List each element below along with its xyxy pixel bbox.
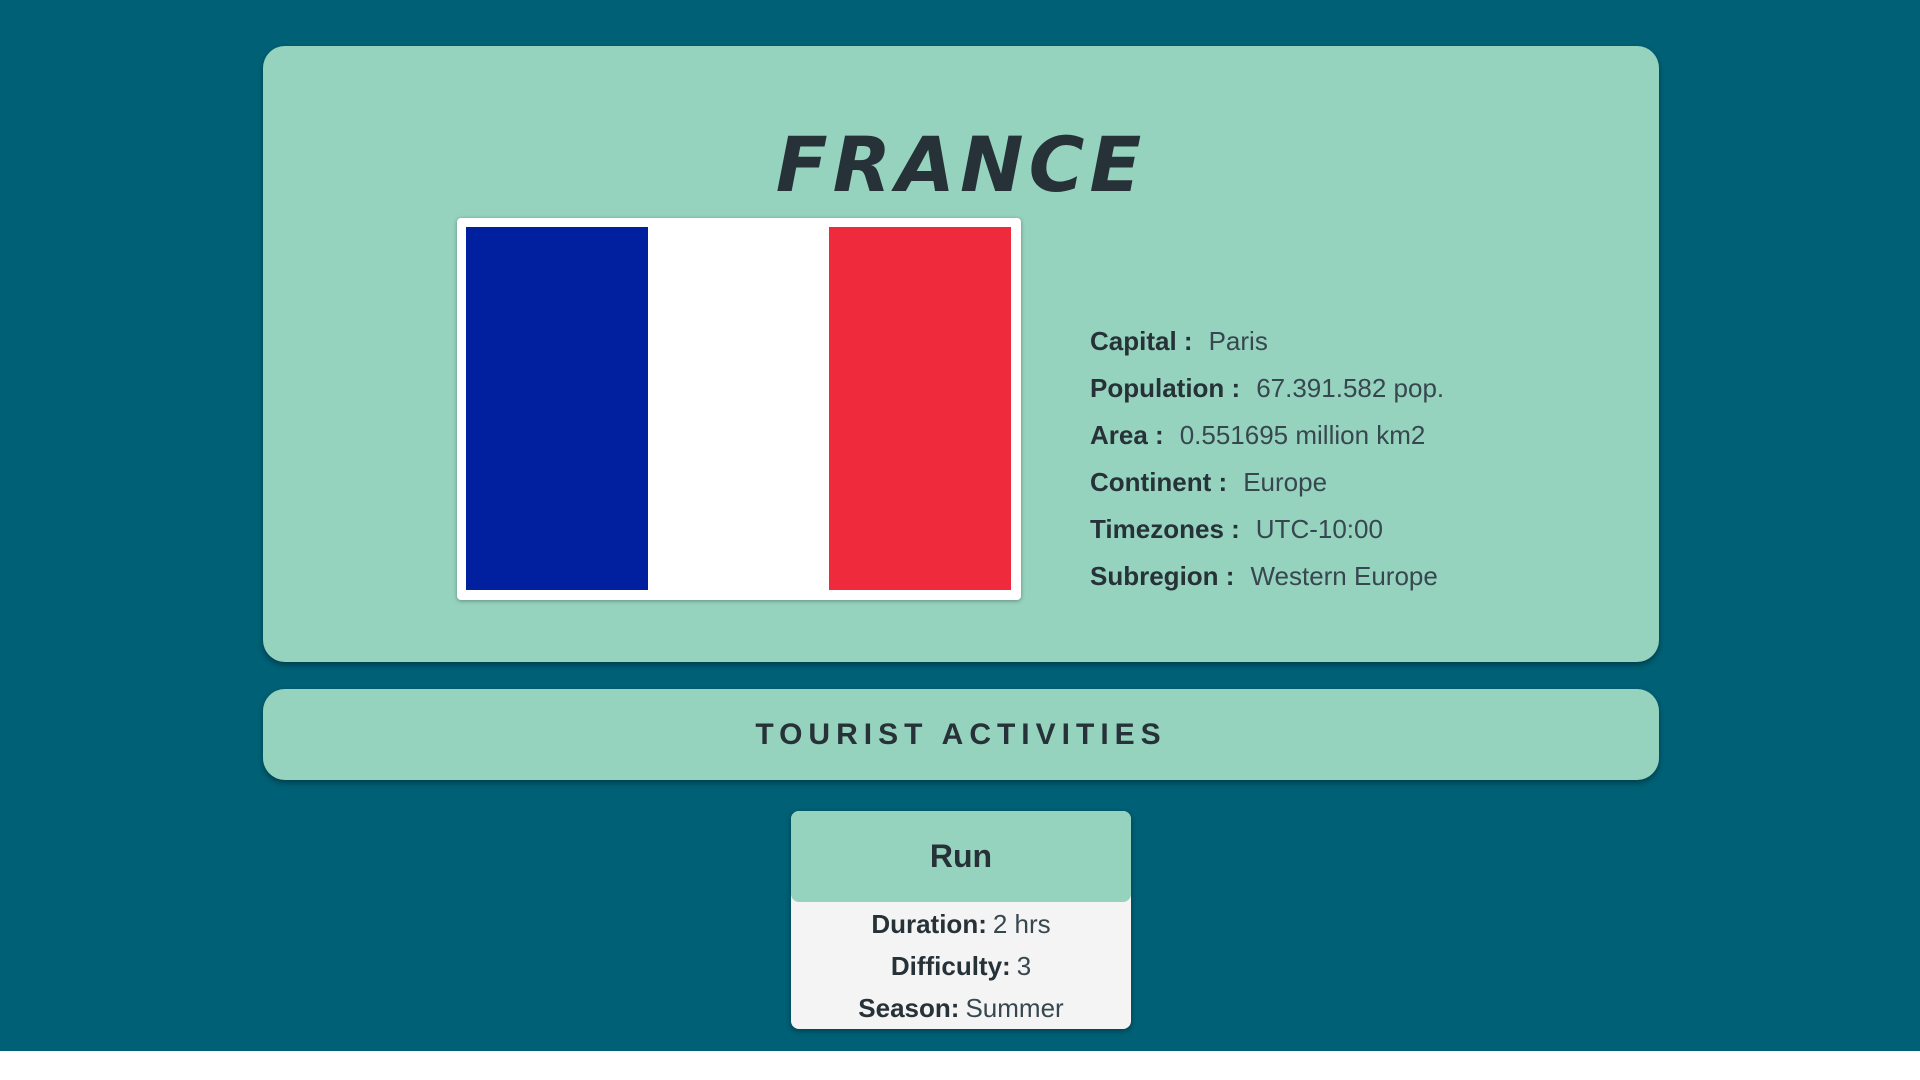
info-label: Capital : — [1090, 326, 1193, 356]
info-row-area: Area : 0.551695 million km2 — [1090, 412, 1444, 459]
activity-card[interactable]: Run Duration: 2 hrs Difficulty: 3 Season: S… — [791, 811, 1131, 1029]
info-value: Europe — [1243, 467, 1328, 497]
flag-stripe-red — [829, 227, 1012, 590]
tourist-activities-title: TOURIST ACTIVITIES — [755, 718, 1167, 751]
info-label: Timezones : — [1090, 514, 1240, 544]
info-value: Paris — [1208, 326, 1268, 356]
info-row-timezones: Timezones : UTC-10:00 — [1090, 506, 1444, 553]
info-label: Area : — [1090, 420, 1164, 450]
info-label: Continent : — [1090, 467, 1228, 497]
activity-duration: Duration: 2 hrs — [791, 903, 1131, 945]
info-value: 0.551695 million km2 — [1179, 420, 1426, 450]
country-title: FRANCE — [775, 120, 1147, 209]
country-card: FRANCE Capital : Paris Population : 67.391… — [263, 46, 1659, 662]
info-value: 67.391.582 pop. — [1256, 373, 1445, 403]
detail-value: 2 hrs — [992, 909, 1051, 939]
flag-image — [457, 218, 1021, 600]
detail-value: 3 — [1016, 951, 1032, 981]
activity-name: Run — [929, 838, 993, 874]
flag-of-france — [466, 227, 1012, 590]
info-label: Subregion : — [1090, 561, 1235, 591]
detail-value: Summer — [965, 993, 1064, 1023]
info-row-subregion: Subregion : Western Europe — [1090, 553, 1444, 600]
activity-difficulty: Difficulty: 3 — [791, 945, 1131, 987]
info-row-continent: Continent : Europe — [1090, 459, 1444, 506]
info-label: Population : — [1090, 373, 1241, 403]
page-background: FRANCE Capital : Paris Population : 67.391… — [0, 0, 1920, 1051]
flag-stripe-blue — [466, 227, 648, 590]
activity-details: Duration: 2 hrs Difficulty: 3 Season: Summe… — [791, 902, 1131, 1029]
info-row-capital: Capital : Paris — [1090, 318, 1444, 365]
info-row-population: Population : 67.391.582 pop. — [1090, 365, 1444, 412]
info-value: UTC-10:00 — [1255, 514, 1383, 544]
detail-label: Difficulty: — [890, 951, 1011, 981]
detail-label: Season: — [858, 993, 960, 1023]
country-info-list: Capital : Paris Population : 67.391.582 po… — [1090, 318, 1444, 600]
detail-label: Duration: — [871, 909, 987, 939]
flag-stripe-white — [647, 227, 830, 590]
tourist-activities-header: TOURIST ACTIVITIES — [263, 689, 1659, 780]
activity-card-header: Run — [791, 811, 1131, 902]
activity-season: Season: Summer — [791, 987, 1131, 1029]
info-value: Western Europe — [1250, 561, 1438, 591]
